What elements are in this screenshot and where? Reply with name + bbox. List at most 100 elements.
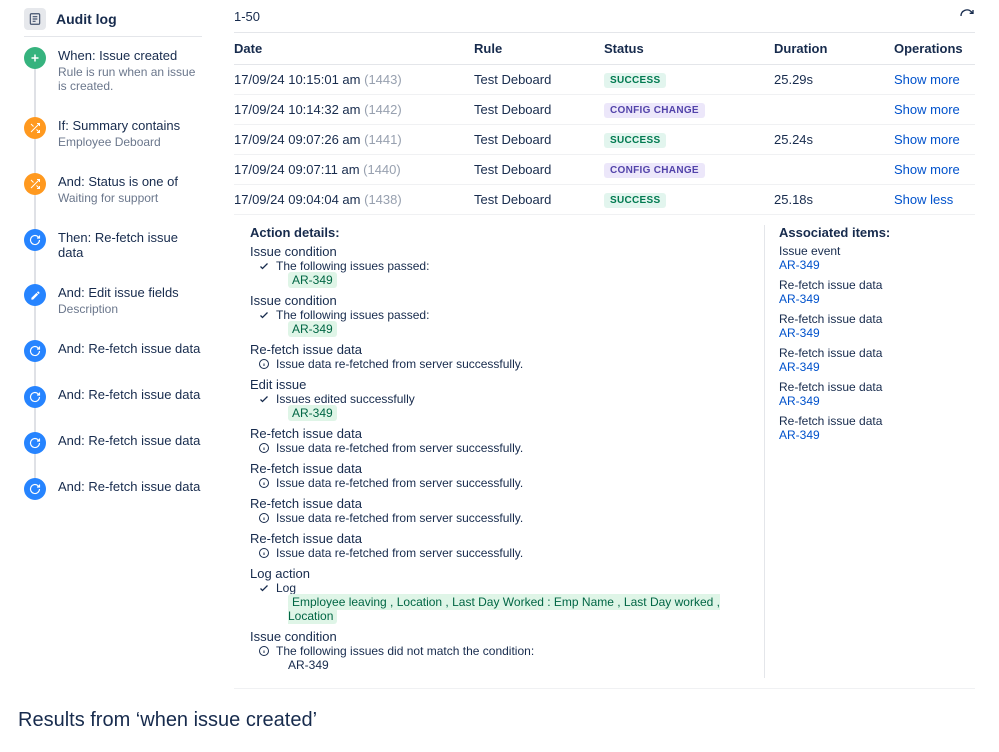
topbar: 1-50 [234, 8, 975, 24]
show-toggle[interactable]: Show more [894, 72, 960, 87]
cell-status: SUCCESS [604, 71, 774, 88]
audit-log-icon [24, 8, 46, 30]
show-toggle[interactable]: Show more [894, 132, 960, 147]
step-subtitle: Employee Deboard [58, 135, 180, 149]
step-title: And: Edit issue fields [58, 285, 179, 300]
refresh-icon [24, 432, 46, 454]
action-value: AR-349 [288, 273, 752, 287]
col-duration: Duration [774, 41, 894, 56]
flow-step[interactable]: If: Summary contains Employee Deboard [24, 117, 202, 149]
pencil-icon [24, 284, 46, 306]
col-ops: Operations [894, 41, 975, 56]
action-value: AR-349 [288, 322, 752, 336]
action-sub: Log [258, 581, 752, 595]
col-date: Date [234, 41, 474, 56]
cell-status: CONFIG CHANGE [604, 161, 774, 178]
action-block: Edit issue Issues edited successfully AR… [250, 377, 752, 420]
table-row: 17/09/24 10:14:32 am (1442) Test Deboard… [234, 95, 975, 125]
cell-duration: 25.29s [774, 72, 894, 87]
action-block: Issue condition The following issues did… [250, 629, 752, 672]
cell-status: SUCCESS [604, 191, 774, 208]
issue-link[interactable]: AR-349 [779, 326, 820, 340]
issue-link[interactable]: AR-349 [779, 360, 820, 374]
assoc-item: Issue event AR-349 [779, 244, 975, 272]
action-block: Log action Log Employee leaving , Locati… [250, 566, 752, 623]
action-title: Issue condition [250, 244, 752, 259]
show-toggle[interactable]: Show more [894, 162, 960, 177]
refresh-icon [24, 478, 46, 500]
step-subtitle: Waiting for support [58, 191, 178, 205]
flow-step[interactable]: When: Issue created Rule is run when an … [24, 47, 202, 93]
action-block: Issue condition The following issues pas… [250, 244, 752, 287]
associated-heading: Associated items: [779, 225, 975, 240]
assoc-label: Re-fetch issue data [779, 380, 975, 394]
action-title: Edit issue [250, 377, 752, 392]
action-block: Re-fetch issue data Issue data re-fetche… [250, 342, 752, 371]
step-title: And: Re-fetch issue data [58, 387, 200, 402]
action-block: Re-fetch issue data Issue data re-fetche… [250, 426, 752, 455]
status-badge: SUCCESS [604, 133, 666, 148]
action-title: Re-fetch issue data [250, 531, 752, 546]
flow-step[interactable]: And: Status is one of Waiting for suppor… [24, 173, 202, 205]
assoc-item: Re-fetch issue data AR-349 [779, 380, 975, 408]
action-sub: Issue data re-fetched from server succes… [258, 546, 752, 560]
action-sub: The following issues passed: [258, 259, 752, 273]
action-block: Re-fetch issue data Issue data re-fetche… [250, 496, 752, 525]
action-sub: Issue data re-fetched from server succes… [258, 357, 752, 371]
flow-step[interactable]: Then: Re-fetch issue data [24, 229, 202, 260]
action-title: Issue condition [250, 293, 752, 308]
cell-rule: Test Deboard [474, 102, 604, 117]
info-icon [258, 442, 270, 454]
status-badge: SUCCESS [604, 193, 666, 208]
check-icon [258, 260, 270, 272]
action-sub: The following issues did not match the c… [258, 644, 752, 658]
cell-date: 17/09/24 09:07:11 am (1440) [234, 162, 474, 177]
info-icon [258, 477, 270, 489]
info-icon [258, 358, 270, 370]
check-icon [258, 393, 270, 405]
sidebar: Audit log When: Issue created Rule is ru… [0, 8, 210, 689]
show-toggle[interactable]: Show more [894, 102, 960, 117]
info-icon [258, 547, 270, 559]
issue-link[interactable]: AR-349 [779, 258, 820, 272]
step-title: And: Re-fetch issue data [58, 433, 200, 448]
cell-date: 17/09/24 10:15:01 am (1443) [234, 72, 474, 87]
shuffle-icon [24, 173, 46, 195]
cell-duration: 25.18s [774, 192, 894, 207]
cell-duration: 25.24s [774, 132, 894, 147]
issue-link[interactable]: AR-349 [779, 428, 820, 442]
action-sub: Issue data re-fetched from server succes… [258, 476, 752, 490]
refresh-button[interactable] [959, 8, 975, 24]
flow-step[interactable]: And: Re-fetch issue data [24, 386, 202, 408]
table-body: 17/09/24 10:15:01 am (1443) Test Deboard… [234, 65, 975, 215]
check-icon [258, 309, 270, 321]
action-details-heading: Action details: [250, 225, 752, 240]
action-block: Issue condition The following issues pas… [250, 293, 752, 336]
assoc-label: Re-fetch issue data [779, 414, 975, 428]
table-row: 17/09/24 10:15:01 am (1443) Test Deboard… [234, 65, 975, 95]
plus-icon [24, 47, 46, 69]
flow-step[interactable]: And: Re-fetch issue data [24, 340, 202, 362]
cell-rule: Test Deboard [474, 132, 604, 147]
step-title: When: Issue created [58, 48, 202, 63]
step-title: Then: Re-fetch issue data [58, 230, 202, 260]
flow-step[interactable]: And: Re-fetch issue data [24, 478, 202, 500]
step-subtitle: Description [58, 302, 179, 316]
action-title: Re-fetch issue data [250, 342, 752, 357]
check-icon [258, 582, 270, 594]
issue-link[interactable]: AR-349 [779, 394, 820, 408]
flow-step[interactable]: And: Re-fetch issue data [24, 432, 202, 454]
flow-step[interactable]: And: Edit issue fields Description [24, 284, 202, 316]
assoc-label: Issue event [779, 244, 975, 258]
col-status: Status [604, 41, 774, 56]
action-title: Re-fetch issue data [250, 426, 752, 441]
refresh-icon [24, 229, 46, 251]
assoc-label: Re-fetch issue data [779, 312, 975, 326]
show-toggle[interactable]: Show less [894, 192, 953, 207]
main-panel: 1-50 Date Rule Status Duration Operation… [210, 8, 999, 689]
caption-text: Results from ‘when issue created’ [0, 689, 999, 752]
action-sub: Issues edited successfully [258, 392, 752, 406]
assoc-item: Re-fetch issue data AR-349 [779, 312, 975, 340]
issue-link[interactable]: AR-349 [779, 292, 820, 306]
action-title: Re-fetch issue data [250, 496, 752, 511]
